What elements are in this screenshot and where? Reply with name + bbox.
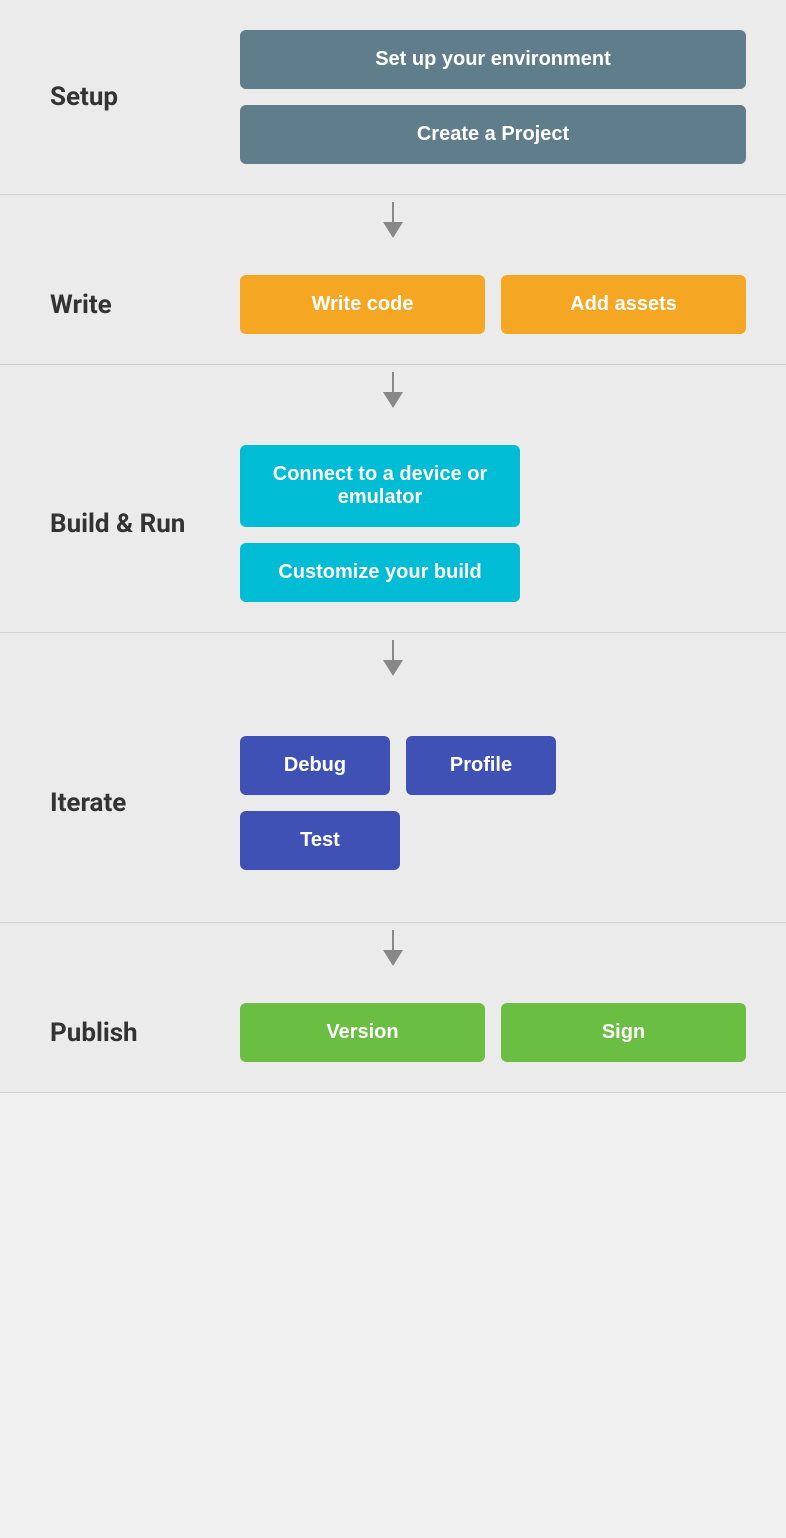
arrow-head-1: [383, 222, 403, 238]
iterate-section: Iterate Debug Profile Test: [0, 683, 786, 923]
arrow-line-segment-4: [392, 930, 394, 950]
iterate-label: Iterate: [0, 788, 240, 818]
arrow-4: [0, 923, 786, 973]
arrow-line-1: [383, 202, 403, 238]
add-assets-button[interactable]: Add assets: [501, 275, 746, 334]
connect-device-button[interactable]: Connect to a device or emulator: [240, 445, 520, 527]
write-label: Write: [0, 290, 240, 320]
write-section: Write Write code Add assets: [0, 245, 786, 365]
sign-button[interactable]: Sign: [501, 1003, 746, 1062]
setup-env-button[interactable]: Set up your environment: [240, 30, 746, 89]
setup-label: Setup: [0, 82, 240, 112]
buildrun-buttons: Connect to a device or emulator Customiz…: [240, 445, 786, 602]
publish-section: Publish Version Sign: [0, 973, 786, 1093]
setup-buttons: Set up your environment Create a Project: [240, 30, 786, 164]
arrow-line-2: [383, 372, 403, 408]
arrow-line-segment-1: [392, 202, 394, 222]
iterate-row-2: Test: [240, 811, 556, 870]
arrow-line-3: [383, 640, 403, 676]
arrow-2: [0, 365, 786, 415]
arrow-line-segment-2: [392, 372, 394, 392]
arrow-3: [0, 633, 786, 683]
test-button[interactable]: Test: [240, 811, 400, 870]
customize-build-button[interactable]: Customize your build: [240, 543, 520, 602]
setup-section: Setup Set up your environment Create a P…: [0, 0, 786, 195]
create-project-button[interactable]: Create a Project: [240, 105, 746, 164]
arrow-line-4: [383, 930, 403, 966]
write-buttons: Write code Add assets: [240, 275, 786, 334]
debug-button[interactable]: Debug: [240, 736, 390, 795]
arrow-line-segment-3: [392, 640, 394, 660]
publish-label: Publish: [0, 1018, 240, 1048]
write-code-button[interactable]: Write code: [240, 275, 485, 334]
arrow-1: [0, 195, 786, 245]
buildrun-section: Build & Run Connect to a device or emula…: [0, 415, 786, 633]
profile-button[interactable]: Profile: [406, 736, 556, 795]
arrow-head-4: [383, 950, 403, 966]
arrow-head-3: [383, 660, 403, 676]
iterate-row-1: Debug Profile: [240, 736, 556, 795]
buildrun-label: Build & Run: [0, 509, 240, 539]
version-button[interactable]: Version: [240, 1003, 485, 1062]
arrow-head-2: [383, 392, 403, 408]
publish-buttons: Version Sign: [240, 1003, 786, 1062]
iterate-buttons: Debug Profile Test: [240, 736, 556, 870]
